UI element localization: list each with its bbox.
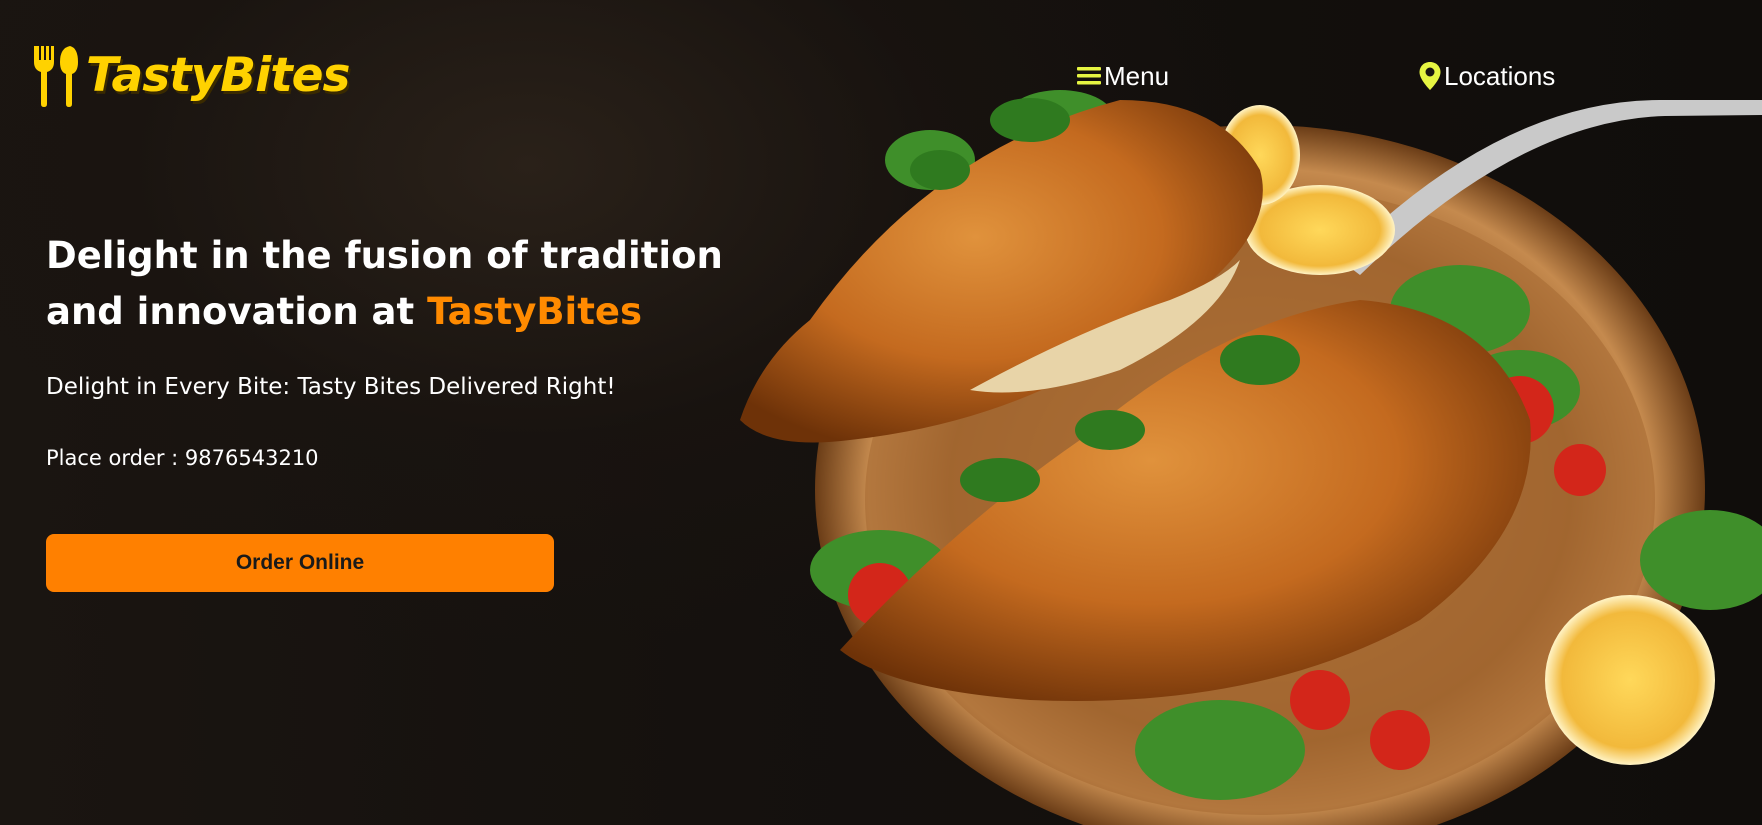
order-phone: Place order : 9876543210 [46, 446, 319, 470]
hero-headline: Delight in the fusion of tradition and i… [46, 228, 726, 340]
headline-brand: TastyBites [427, 290, 643, 333]
hero-section: TastyBites Menu Locations Delight in the… [0, 0, 1762, 825]
order-online-button[interactable]: Order Online [46, 534, 554, 592]
hero-tagline: Delight in Every Bite: Tasty Bites Deliv… [46, 374, 616, 400]
fork-spoon-icon [34, 46, 78, 107]
hero-food-image [740, 90, 1762, 825]
brand-logo[interactable]: TastyBites [30, 40, 351, 110]
brand-name: TastyBites [86, 47, 351, 103]
